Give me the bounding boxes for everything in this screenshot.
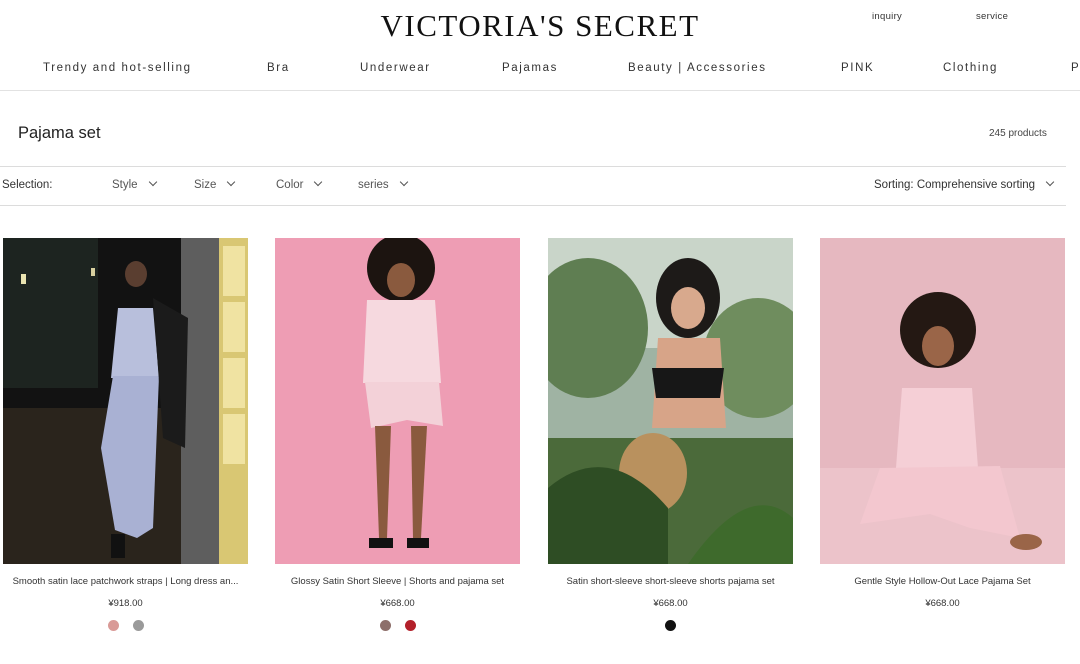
filter-color-label: Color (276, 179, 304, 191)
nav-item-clothing[interactable]: Clothing (943, 62, 998, 74)
product-name[interactable]: Gentle Style Hollow-Out Lace Pajama Set (820, 575, 1065, 588)
inquiry-link[interactable]: inquiry (872, 11, 902, 22)
product-count: 245 products (989, 128, 1047, 139)
product-name[interactable]: Smooth satin lace patchwork straps | Lon… (3, 575, 248, 588)
product-name[interactable]: Glossy Satin Short Sleeve | Shorts and p… (275, 575, 520, 588)
page-title: Pajama set (18, 124, 101, 142)
filter-style[interactable]: Style (112, 177, 157, 191)
filter-color[interactable]: Color (276, 177, 323, 191)
product-price: ¥918.00 (108, 598, 143, 609)
product-card[interactable]: Glossy Satin Short Sleeve | Shorts and p… (275, 238, 520, 632)
color-swatches (548, 620, 793, 632)
product-image[interactable] (275, 238, 520, 564)
product-card[interactable]: Gentle Style Hollow-Out Lace Pajama Set … (820, 238, 1065, 632)
color-swatch[interactable] (404, 620, 416, 631)
nav-divider (0, 90, 1080, 91)
color-swatch[interactable] (665, 620, 676, 631)
product-price: ¥668.00 (380, 598, 415, 609)
product-image[interactable] (3, 238, 248, 564)
product-image[interactable] (820, 238, 1065, 564)
nav-item-trendy[interactable]: Trendy and hot-selling (43, 62, 192, 74)
product-price: ¥668.00 (925, 598, 960, 609)
color-swatch[interactable] (132, 620, 144, 631)
selection-label: Selection: (2, 179, 53, 191)
filter-size-label: Size (194, 179, 217, 191)
sort-label: Sorting: Comprehensive sorting (874, 179, 1036, 191)
product-name[interactable]: Satin short-sleeve short-sleeve shorts p… (548, 575, 793, 588)
product-card[interactable]: Smooth satin lace patchwork straps | Lon… (3, 238, 248, 632)
nav-item-underwear[interactable]: Underwear (360, 62, 431, 74)
product-price: ¥668.00 (653, 598, 688, 609)
color-swatches (820, 620, 1065, 632)
color-swatch[interactable] (107, 620, 119, 631)
filter-style-label: Style (112, 179, 138, 191)
nav-item-bra[interactable]: Bra (267, 62, 290, 74)
filter-bar: Selection: Style Size Color series Sorti… (0, 166, 1066, 206)
service-link[interactable]: service (976, 11, 1008, 22)
sort-dropdown[interactable]: Sorting: Comprehensive sorting (874, 177, 1055, 191)
nav-item-pink[interactable]: PINK (841, 62, 874, 74)
chevron-down-icon (314, 177, 323, 187)
nav-item-more[interactable]: P (1071, 62, 1080, 74)
product-card[interactable]: Satin short-sleeve short-sleeve shorts p… (548, 238, 793, 632)
filter-series-label: series (358, 179, 389, 191)
chevron-down-icon (227, 177, 236, 187)
filter-size[interactable]: Size (194, 177, 236, 191)
product-image[interactable] (548, 238, 793, 564)
brand-logo[interactable]: VICTORIA'S SECRET (0, 8, 1080, 44)
color-swatches (3, 620, 248, 632)
nav-item-pajamas[interactable]: Pajamas (502, 62, 558, 74)
chevron-down-icon (148, 177, 157, 187)
nav-item-beauty-accessories[interactable]: Beauty | Accessories (628, 62, 767, 74)
chevron-down-icon (1045, 177, 1055, 187)
chevron-down-icon (399, 177, 408, 187)
main-nav: Trendy and hot-selling Bra Underwear Paj… (0, 62, 1080, 80)
color-swatch[interactable] (379, 620, 391, 631)
filter-series[interactable]: series (358, 177, 408, 191)
color-swatches (275, 620, 520, 632)
